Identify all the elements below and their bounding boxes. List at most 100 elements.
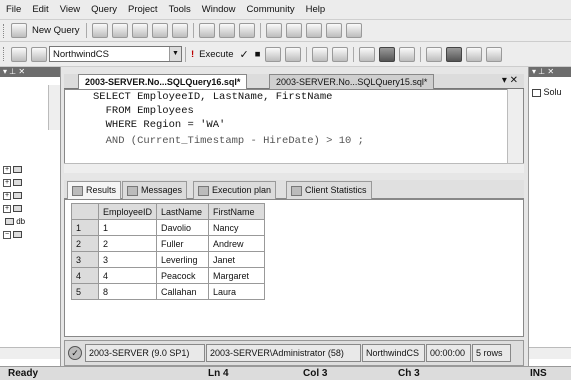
tree-node[interactable]: + bbox=[3, 204, 22, 213]
tab-execution-plan[interactable]: Execution plan bbox=[193, 181, 277, 199]
query-designer-icon[interactable] bbox=[285, 46, 302, 62]
status-line: Ln 4 bbox=[208, 368, 229, 379]
intellisense-icon[interactable] bbox=[312, 46, 329, 62]
column-header[interactable]: FirstName bbox=[208, 203, 266, 220]
properties-icon[interactable] bbox=[325, 23, 342, 38]
cell[interactable]: Peacock bbox=[156, 267, 210, 284]
execute-button[interactable]: Execute bbox=[199, 49, 233, 60]
tab-client-statistics[interactable]: Client Statistics bbox=[286, 181, 372, 199]
new-query-button[interactable]: New Query bbox=[32, 25, 80, 36]
code-line: FROM Employees bbox=[93, 105, 194, 117]
database-engine-query-icon[interactable] bbox=[111, 23, 128, 38]
cell[interactable]: Laura bbox=[208, 283, 266, 300]
cell[interactable]: Andrew bbox=[208, 235, 266, 252]
results-tabstrip: Results Messages Execution plan Client S… bbox=[64, 180, 524, 199]
results-to-file-icon[interactable] bbox=[399, 46, 416, 62]
standard-toolbar: New Query bbox=[0, 20, 571, 42]
menu-query[interactable]: Query bbox=[91, 4, 117, 15]
tab-query15[interactable]: 2003-SERVER.No...SQLQuery15.sql* bbox=[269, 74, 435, 89]
menu-window[interactable]: Window bbox=[202, 4, 236, 15]
row-number[interactable]: 1 bbox=[71, 219, 99, 236]
menu-view[interactable]: View bbox=[60, 4, 80, 15]
tab-messages[interactable]: Messages bbox=[122, 181, 188, 199]
outdent-icon[interactable] bbox=[486, 46, 503, 62]
tab-query16[interactable]: 2003-SERVER.No...SQLQuery16.sql* bbox=[78, 74, 248, 89]
object-explorer-scrollbar[interactable] bbox=[48, 85, 60, 130]
display-plan-icon[interactable] bbox=[265, 46, 282, 62]
object-explorer-icon[interactable] bbox=[285, 23, 302, 38]
menu-edit[interactable]: Edit bbox=[32, 4, 48, 15]
pin-icon[interactable]: ▾ ⊥ ✕ bbox=[532, 67, 554, 76]
database-select[interactable]: NorthwindCS ▼ bbox=[49, 46, 182, 62]
new-document-icon[interactable] bbox=[171, 23, 188, 38]
cell[interactable]: 3 bbox=[97, 251, 158, 268]
tab-results[interactable]: Results bbox=[67, 181, 122, 199]
cell[interactable]: Fuller bbox=[156, 235, 210, 252]
specify-values-icon[interactable] bbox=[332, 46, 349, 62]
results-to-text-icon[interactable] bbox=[359, 46, 376, 62]
connect-icon[interactable] bbox=[11, 46, 27, 62]
cell[interactable]: 1 bbox=[97, 219, 158, 236]
object-explorer-header: ▾ ⊥ ✕ bbox=[0, 67, 60, 77]
pin-icon[interactable]: ▾ ⊥ ✕ bbox=[3, 67, 25, 76]
cell[interactable]: 2 bbox=[97, 235, 158, 252]
toolbar-grip[interactable] bbox=[3, 47, 6, 61]
tree-node[interactable]: + bbox=[3, 165, 22, 174]
column-header[interactable]: LastName bbox=[156, 203, 210, 220]
tree-node-db[interactable]: db bbox=[3, 217, 25, 226]
cell[interactable]: Janet bbox=[208, 251, 266, 268]
column-header[interactable]: EmployeeID bbox=[97, 203, 158, 220]
new-file-icon[interactable] bbox=[91, 23, 108, 38]
parse-check-icon[interactable]: ✓ bbox=[240, 48, 249, 61]
cell[interactable]: 4 bbox=[97, 267, 158, 284]
menu-community[interactable]: Community bbox=[247, 4, 295, 15]
row-number-header[interactable] bbox=[71, 203, 99, 220]
results-grid[interactable]: EmployeeID LastName FirstName 1 1 Davoli… bbox=[64, 199, 524, 337]
solution-item[interactable]: Solu bbox=[532, 87, 562, 97]
uncomment-icon[interactable] bbox=[446, 46, 463, 62]
menu-project[interactable]: Project bbox=[128, 4, 158, 15]
registered-servers-icon[interactable] bbox=[265, 23, 282, 38]
row-number[interactable]: 3 bbox=[71, 251, 99, 268]
cell[interactable]: Margaret bbox=[208, 267, 266, 284]
row-number[interactable]: 4 bbox=[71, 267, 99, 284]
cell[interactable]: Nancy bbox=[208, 219, 266, 236]
toolbox-icon[interactable] bbox=[345, 23, 362, 38]
tabs-close-icon[interactable]: ▾ ✕ bbox=[502, 75, 518, 86]
toolbar-grip[interactable] bbox=[3, 23, 6, 38]
mdx-query-icon[interactable] bbox=[151, 23, 168, 38]
results-table: EmployeeID LastName FirstName 1 1 Davoli… bbox=[71, 203, 266, 300]
sql-editor[interactable]: SELECT EmployeeID, LastName, FirstName F… bbox=[64, 89, 524, 172]
template-explorer-icon[interactable] bbox=[305, 23, 322, 38]
object-explorer-hscroll[interactable] bbox=[0, 347, 60, 359]
change-connection-icon[interactable] bbox=[31, 46, 47, 62]
cancel-query-icon[interactable]: ■ bbox=[255, 49, 261, 60]
solution-explorer-hscroll[interactable] bbox=[529, 347, 571, 359]
row-number[interactable]: 2 bbox=[71, 235, 99, 252]
tree-node[interactable]: + bbox=[3, 178, 22, 187]
open-file-icon[interactable] bbox=[198, 23, 215, 38]
status-insert-mode: INS bbox=[530, 368, 547, 379]
cell[interactable]: 8 bbox=[97, 283, 158, 300]
analysis-query-icon[interactable] bbox=[131, 23, 148, 38]
tree-node[interactable]: + bbox=[3, 191, 22, 200]
cell[interactable]: Leverling bbox=[156, 251, 210, 268]
results-to-grid-icon[interactable] bbox=[379, 46, 396, 62]
editor-horizontal-scrollbar[interactable] bbox=[64, 163, 524, 173]
comment-icon[interactable] bbox=[426, 46, 443, 62]
menu-help[interactable]: Help bbox=[306, 4, 326, 15]
menu-file[interactable]: File bbox=[6, 4, 21, 15]
editor-vertical-scrollbar[interactable] bbox=[507, 89, 523, 163]
tree-node[interactable]: − bbox=[3, 230, 22, 239]
cell[interactable]: Callahan bbox=[156, 283, 210, 300]
cell[interactable]: Davolio bbox=[156, 219, 210, 236]
chevron-down-icon[interactable]: ▼ bbox=[169, 47, 181, 61]
status-column: Col 3 bbox=[303, 368, 328, 379]
row-number[interactable]: 5 bbox=[71, 283, 99, 300]
indent-icon[interactable] bbox=[466, 46, 483, 62]
menu-tools[interactable]: Tools bbox=[169, 4, 191, 15]
save-icon[interactable] bbox=[218, 23, 235, 38]
tab-execution-plan-label: Execution plan bbox=[212, 185, 272, 195]
new-query-icon bbox=[11, 23, 27, 38]
save-all-icon[interactable] bbox=[238, 23, 255, 38]
